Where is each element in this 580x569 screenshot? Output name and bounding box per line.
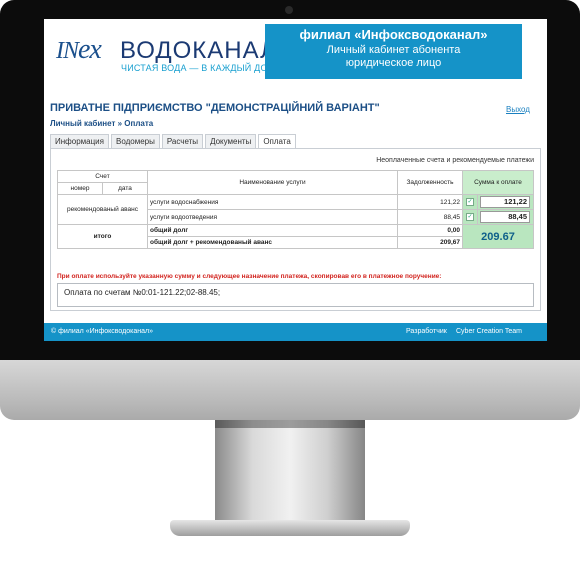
row-checkbox[interactable]: ✓ bbox=[462, 194, 478, 210]
logo-name: ВОДОКАНАЛ bbox=[120, 37, 277, 64]
tab-payment[interactable]: Оплата bbox=[258, 134, 296, 148]
col-account: Счет bbox=[57, 170, 148, 183]
monitor-base bbox=[170, 520, 410, 536]
account-label: рекомендованый аванс bbox=[57, 194, 148, 225]
tab-bar: Информация Водомеры Расчеты Документы Оп… bbox=[50, 134, 298, 148]
site-header: INex ВОДОКАНАЛ ЧИСТАЯ ВОДА — В КАЖДЫЙ ДО… bbox=[44, 19, 547, 89]
pay-amount-input[interactable]: 121,22 bbox=[480, 196, 530, 208]
debt-value: 88,45 bbox=[397, 209, 463, 225]
check-icon[interactable]: ✓ bbox=[466, 198, 474, 206]
col-debt: Задолженность bbox=[397, 170, 463, 195]
branch-banner: филиал «Инфоксводоканал» Личный кабинет … bbox=[265, 24, 522, 79]
footer-copyright: © филиал «Инфоксводоканал» bbox=[51, 328, 153, 335]
debt-value: 121,22 bbox=[397, 194, 463, 210]
service-name: услуги водоснабжения bbox=[147, 194, 398, 210]
col-pay: Сумма к оплате bbox=[462, 170, 534, 195]
service-name: услуги водоотведения bbox=[147, 209, 398, 225]
logout-link[interactable]: Выход bbox=[506, 105, 530, 114]
total-debt-label: общий долг bbox=[147, 224, 398, 237]
camera-icon bbox=[285, 6, 293, 14]
screen: INex ВОДОКАНАЛ ЧИСТАЯ ВОДА — В КАЖДЫЙ ДО… bbox=[44, 19, 547, 341]
stand-shadow bbox=[215, 420, 365, 428]
pay-cell: 88,45 bbox=[477, 209, 534, 225]
page-title: ПРИВАТНЕ ПІДПРИЄМСТВО "ДЕМОНСТРАЦІЙНИЙ В… bbox=[50, 102, 380, 114]
row-checkbox[interactable]: ✓ bbox=[462, 209, 478, 225]
total-adv-label: общий долг + рекомендованый аванс bbox=[147, 236, 398, 249]
col-number: номер bbox=[57, 182, 103, 195]
breadcrumb: Личный кабинет » Оплата bbox=[50, 119, 154, 128]
payment-panel: Неоплаченные счета и рекомендуемые плате… bbox=[50, 148, 541, 311]
developer-link[interactable]: Разработчик bbox=[406, 328, 447, 335]
tab-calculations[interactable]: Расчеты bbox=[161, 134, 204, 148]
payment-notice: При оплате используйте указанную сумму и… bbox=[57, 273, 442, 280]
tab-documents[interactable]: Документы bbox=[205, 134, 257, 148]
branch-type: юридическое лицо bbox=[345, 57, 442, 69]
col-service: Наименование услуги bbox=[147, 170, 398, 195]
grand-total: 209.67 bbox=[462, 224, 534, 249]
total-adv-value: 209,67 bbox=[397, 236, 463, 249]
tab-info[interactable]: Информация bbox=[50, 134, 109, 148]
check-icon[interactable]: ✓ bbox=[466, 213, 474, 221]
pay-cell: 121,22 bbox=[477, 194, 534, 210]
col-date: дата bbox=[102, 182, 148, 195]
logo-mark: INex bbox=[56, 34, 102, 65]
logo-tagline: ЧИСТАЯ ВОДА — В КАЖДЫЙ ДОМ bbox=[121, 63, 276, 73]
payment-purpose-field[interactable]: Оплата по счетам №0:01-121.22;02-88.45; bbox=[57, 283, 534, 307]
site-footer: © филиал «Инфоксводоканал» Разработчик C… bbox=[44, 323, 547, 341]
tab-meters[interactable]: Водомеры bbox=[110, 134, 160, 148]
unpaid-title: Неоплаченные счета и рекомендуемые плате… bbox=[376, 157, 534, 164]
pay-amount-input[interactable]: 88,45 bbox=[480, 211, 530, 223]
monitor-chin bbox=[0, 360, 580, 420]
total-label: итого bbox=[57, 224, 148, 249]
branch-subtitle: Личный кабинет абонента bbox=[326, 44, 461, 56]
branch-title: филиал «Инфоксводоканал» bbox=[299, 27, 488, 42]
payment-table: Счет Наименование услуги Задолженность С… bbox=[57, 170, 534, 249]
monitor-bezel: INex ВОДОКАНАЛ ЧИСТАЯ ВОДА — В КАЖДЫЙ ДО… bbox=[0, 0, 580, 360]
developer-name[interactable]: Cyber Creation Team bbox=[456, 328, 522, 335]
total-debt-value: 0,00 bbox=[397, 224, 463, 237]
monitor-stand bbox=[215, 420, 365, 525]
